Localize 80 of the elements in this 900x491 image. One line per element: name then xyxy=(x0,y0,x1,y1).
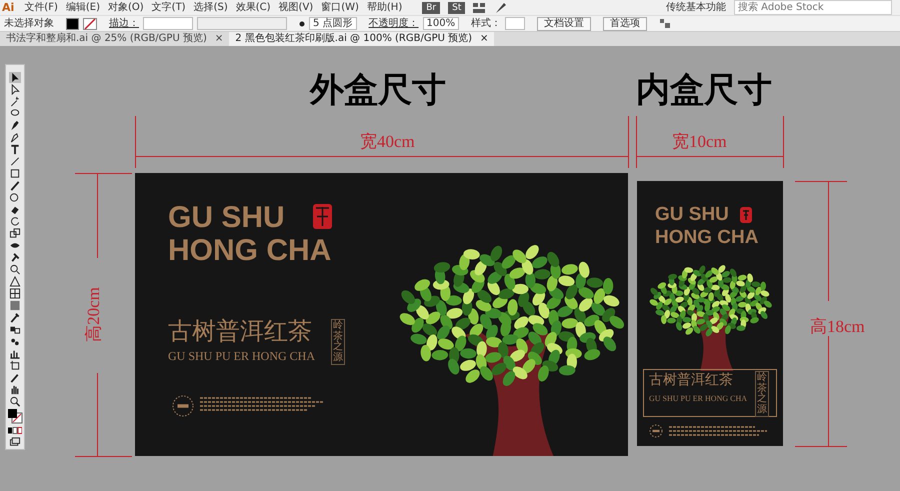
dimension-label: 高20cm xyxy=(84,287,102,342)
menu-item[interactable]: 视图(V) xyxy=(274,0,318,15)
dot-icon xyxy=(299,20,305,26)
dimension-label: 宽10cm xyxy=(672,133,727,150)
scale-icon[interactable] xyxy=(9,228,21,239)
symbol-sprayer-icon[interactable] xyxy=(9,336,21,347)
eyedropper-icon[interactable] xyxy=(9,312,21,323)
blend-icon[interactable] xyxy=(9,324,21,335)
brand-title: HONG CHA xyxy=(168,236,332,266)
product-pinyin: GU SHU PU ER HONG CHA xyxy=(168,350,316,362)
gradient-icon[interactable] xyxy=(9,300,21,311)
document-tab[interactable]: 书法字和整扇和.ai @ 25% (RGB/GPU 预览) × xyxy=(0,32,230,46)
layout-grid-icon[interactable] xyxy=(473,2,486,12)
lasso-icon[interactable] xyxy=(9,108,21,119)
column-graph-icon[interactable] xyxy=(9,348,21,359)
menu-item[interactable]: 选择(S) xyxy=(190,0,232,15)
product-pinyin: GU SHU PU ER HONG CHA xyxy=(649,395,748,403)
align-icon[interactable] xyxy=(659,18,672,29)
workspace-switcher[interactable]: 传统基本功能 xyxy=(666,0,726,15)
vertical-tag: 岭茶之源 xyxy=(755,371,769,417)
search-field[interactable]: 搜索 Adobe Stock xyxy=(734,0,892,15)
fill-swatch[interactable] xyxy=(66,18,79,30)
curvature-pen-icon[interactable] xyxy=(9,132,21,143)
app-logo: Ai xyxy=(1,0,16,15)
magic-wand-icon[interactable] xyxy=(9,96,21,107)
brush-dropdown[interactable]: 5 点圆形 xyxy=(309,17,357,30)
menu-item[interactable]: 对象(O) xyxy=(104,0,148,15)
product-name: 古树普洱红茶 xyxy=(649,373,733,387)
menu-item[interactable]: 文件(F) xyxy=(20,0,62,15)
rotate-icon[interactable] xyxy=(9,216,21,227)
seal-stamp-icon xyxy=(313,204,332,229)
seal-stamp-icon xyxy=(740,207,752,223)
outer-box-title: 外盒尺寸 xyxy=(310,73,446,107)
menu-item[interactable]: 文字(T) xyxy=(148,0,190,15)
screen-mode-icon[interactable] xyxy=(9,437,21,448)
artboard-icon[interactable] xyxy=(9,360,21,371)
pen-icon[interactable] xyxy=(9,120,21,131)
close-button[interactable]: × xyxy=(480,33,488,44)
slice-icon[interactable] xyxy=(9,372,21,383)
menu-item[interactable]: 窗口(W) xyxy=(317,0,363,15)
preference-button[interactable]: 首选项 xyxy=(603,16,648,30)
round-stamp-icon xyxy=(172,395,194,417)
round-stamp-icon xyxy=(649,424,663,438)
perspective-grid-icon[interactable] xyxy=(9,276,21,287)
style-label: 样式： xyxy=(471,16,502,31)
line-icon[interactable] xyxy=(9,156,21,167)
preference-button[interactable]: 文档设置 xyxy=(537,16,592,30)
selection-arrow-icon[interactable] xyxy=(9,72,21,83)
fill-stroke-swatches[interactable] xyxy=(7,408,23,424)
zoom-icon[interactable] xyxy=(9,396,21,407)
width-icon[interactable] xyxy=(9,240,21,251)
stock-button[interactable]: St xyxy=(448,2,466,14)
product-name: 古树普洱红茶 xyxy=(168,319,312,343)
selection-status: 未选择对象 xyxy=(4,16,54,31)
direct-select-arrow-icon[interactable] xyxy=(9,84,21,95)
opacity-field[interactable]: 100% xyxy=(422,17,460,30)
eraser-icon[interactable] xyxy=(9,204,21,215)
shaper-icon[interactable] xyxy=(9,192,21,203)
vertical-tag: 岭茶之源 xyxy=(331,319,345,365)
mesh-icon[interactable] xyxy=(9,288,21,299)
brand-title: GU SHU xyxy=(168,203,285,233)
inner-box-title: 内盒尺寸 xyxy=(636,73,772,107)
brand-title: GU SHU xyxy=(655,205,729,224)
stroke-none-swatch[interactable] xyxy=(83,18,97,30)
bridge-button[interactable]: Br xyxy=(422,2,440,14)
brush-icon[interactable] xyxy=(9,180,21,191)
rectangle-icon[interactable] xyxy=(9,168,21,179)
stroke-weight-field[interactable] xyxy=(143,17,193,30)
brand-title: HONG CHA xyxy=(655,228,758,247)
type-icon[interactable] xyxy=(9,144,21,155)
menu-item[interactable]: 效果(C) xyxy=(232,0,275,15)
stroke-label: 描边： xyxy=(109,16,139,31)
menu-item[interactable]: 帮助(H) xyxy=(362,0,406,15)
dimension-label: 高18cm xyxy=(810,318,865,335)
close-button[interactable]: × xyxy=(214,33,224,44)
color-mode-icon[interactable] xyxy=(8,425,22,436)
dimension-label: 宽40cm xyxy=(360,133,415,150)
menu-item[interactable]: 编辑(E) xyxy=(62,0,104,15)
document-tab[interactable]: 2 黑色包装红茶印刷版.ai @ 100% (RGB/GPU 预览) × xyxy=(229,32,494,46)
opacity-label: 不透明度： xyxy=(368,16,419,31)
